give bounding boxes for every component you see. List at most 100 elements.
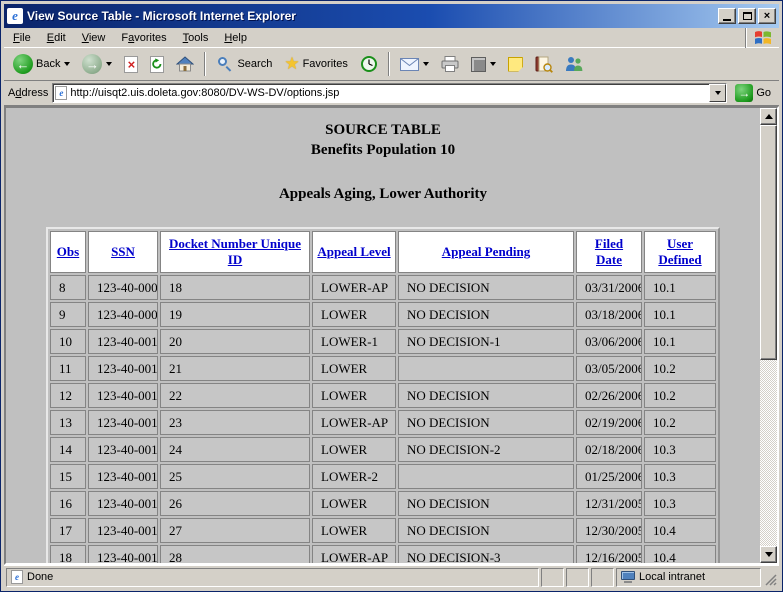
table-cell: 10.2: [644, 410, 716, 435]
resize-grip[interactable]: [763, 572, 777, 586]
menu-help[interactable]: Help: [216, 30, 255, 46]
forward-button[interactable]: →: [77, 50, 117, 78]
column-header-appeal-pending[interactable]: Appeal Pending: [398, 231, 574, 273]
history-button[interactable]: [355, 50, 383, 78]
menu-favorites[interactable]: Favorites: [113, 30, 174, 46]
table-cell: 10.1: [644, 302, 716, 327]
back-button[interactable]: ← Back: [8, 50, 75, 78]
stop-button[interactable]: ×: [119, 50, 143, 78]
column-header-docket[interactable]: Docket Number Unique ID: [160, 231, 310, 273]
table-cell: 13: [50, 410, 86, 435]
scrollbar-thumb[interactable]: [760, 125, 777, 360]
table-cell: 22: [160, 383, 310, 408]
research-button[interactable]: [530, 50, 558, 78]
table-cell: 12/30/2005: [576, 518, 642, 543]
table-cell: NO DECISION-1: [398, 329, 574, 354]
table-cell: 24: [160, 437, 310, 462]
forward-icon: →: [82, 54, 102, 74]
window-controls: ×: [718, 8, 776, 24]
table-cell: 123-40-0008: [88, 275, 158, 300]
go-button[interactable]: → Go: [731, 82, 775, 104]
status-message-pane: e Done: [6, 568, 539, 587]
table-cell: 01/25/2006: [576, 464, 642, 489]
address-dropdown-button[interactable]: [709, 84, 726, 102]
status-text: Done: [27, 571, 53, 583]
edit-button[interactable]: [466, 50, 501, 78]
column-header-obs[interactable]: Obs: [50, 231, 86, 273]
table-cell: LOWER: [312, 383, 396, 408]
favorites-button[interactable]: ★ Favorites: [279, 50, 353, 78]
edit-dropdown-icon: [490, 62, 496, 66]
table-row: 15123-40-001525LOWER-201/25/200610.3: [50, 464, 716, 489]
table-cell: 27: [160, 518, 310, 543]
column-header-ssn[interactable]: SSN: [88, 231, 158, 273]
menu-view[interactable]: View: [74, 30, 114, 46]
menu-edit[interactable]: Edit: [39, 30, 74, 46]
favorites-label: Favorites: [303, 58, 348, 70]
close-button[interactable]: ×: [758, 8, 776, 24]
search-label: Search: [237, 58, 272, 70]
table-cell: LOWER-AP: [312, 410, 396, 435]
menu-label: ile: [20, 32, 31, 44]
page-icon: e: [55, 86, 67, 100]
table-cell: 10.2: [644, 383, 716, 408]
table-cell: NO DECISION: [398, 302, 574, 327]
scroll-down-button[interactable]: [760, 546, 777, 563]
table-cell: 10.3: [644, 437, 716, 462]
search-button[interactable]: Search: [211, 50, 277, 78]
column-header-filed-date[interactable]: Filed Date: [576, 231, 642, 273]
minimize-button[interactable]: [718, 8, 736, 24]
address-label: Address: [8, 87, 48, 99]
table-row: 8123-40-000818LOWER-APNO DECISION03/31/2…: [50, 275, 716, 300]
menu-label: elp: [232, 32, 247, 44]
table-cell: 10.3: [644, 464, 716, 489]
forward-dropdown-icon: [106, 62, 112, 66]
mail-icon: [400, 58, 419, 71]
address-input[interactable]: [67, 87, 709, 99]
column-header-user-defined[interactable]: User Defined: [644, 231, 716, 273]
refresh-button[interactable]: [145, 50, 169, 78]
menu-file[interactable]: File: [5, 30, 39, 46]
table-cell: 15: [50, 464, 86, 489]
source-table: Obs SSN Docket Number Unique ID Appeal L…: [46, 227, 720, 563]
menu-tools[interactable]: Tools: [175, 30, 217, 46]
table-header-row: Obs SSN Docket Number Unique ID Appeal L…: [50, 231, 716, 273]
browser-window: e View Source Table - Microsoft Internet…: [0, 0, 783, 592]
table-cell: LOWER-AP: [312, 545, 396, 563]
scrollbar-track[interactable]: [760, 360, 777, 546]
print-button[interactable]: [436, 50, 464, 78]
table-row: 10123-40-001020LOWER-1NO DECISION-103/06…: [50, 329, 716, 354]
table-cell: 21: [160, 356, 310, 381]
table-row: 18123-40-001828LOWER-APNO DECISION-312/1…: [50, 545, 716, 563]
table-cell: 03/06/2006: [576, 329, 642, 354]
table-cell: 9: [50, 302, 86, 327]
column-header-appeal-level[interactable]: Appeal Level: [312, 231, 396, 273]
table-row: 9123-40-000919LOWERNO DECISION03/18/2006…: [50, 302, 716, 327]
table-cell: LOWER-AP: [312, 275, 396, 300]
table-cell: 10.2: [644, 356, 716, 381]
table-cell: 10.3: [644, 491, 716, 516]
address-bar: Address e → Go: [4, 81, 779, 106]
maximize-button[interactable]: [738, 8, 756, 24]
messenger-button[interactable]: [560, 50, 589, 78]
home-button[interactable]: [171, 50, 199, 78]
table-cell: NO DECISION: [398, 410, 574, 435]
vertical-scrollbar[interactable]: [760, 108, 777, 563]
table-cell: 123-40-0013: [88, 410, 158, 435]
status-bar: e Done Local intranet: [4, 565, 779, 588]
table-cell: 10.1: [644, 329, 716, 354]
status-pane-empty: [591, 568, 614, 587]
history-icon: [360, 55, 378, 73]
back-label: Back: [36, 58, 60, 70]
mail-button[interactable]: [395, 50, 434, 78]
table-cell: 123-40-0018: [88, 545, 158, 563]
table-cell: LOWER-1: [312, 329, 396, 354]
table-row: 17123-40-001727LOWERNO DECISION12/30/200…: [50, 518, 716, 543]
scroll-down-icon: [765, 552, 773, 557]
security-zone-label: Local intranet: [639, 571, 705, 583]
page-content: SOURCE TABLE Benefits Population 10 Appe…: [6, 108, 760, 563]
discuss-button[interactable]: [503, 50, 528, 78]
table-cell: 123-40-0009: [88, 302, 158, 327]
scroll-up-button[interactable]: [760, 108, 777, 125]
refresh-icon: [150, 56, 164, 73]
